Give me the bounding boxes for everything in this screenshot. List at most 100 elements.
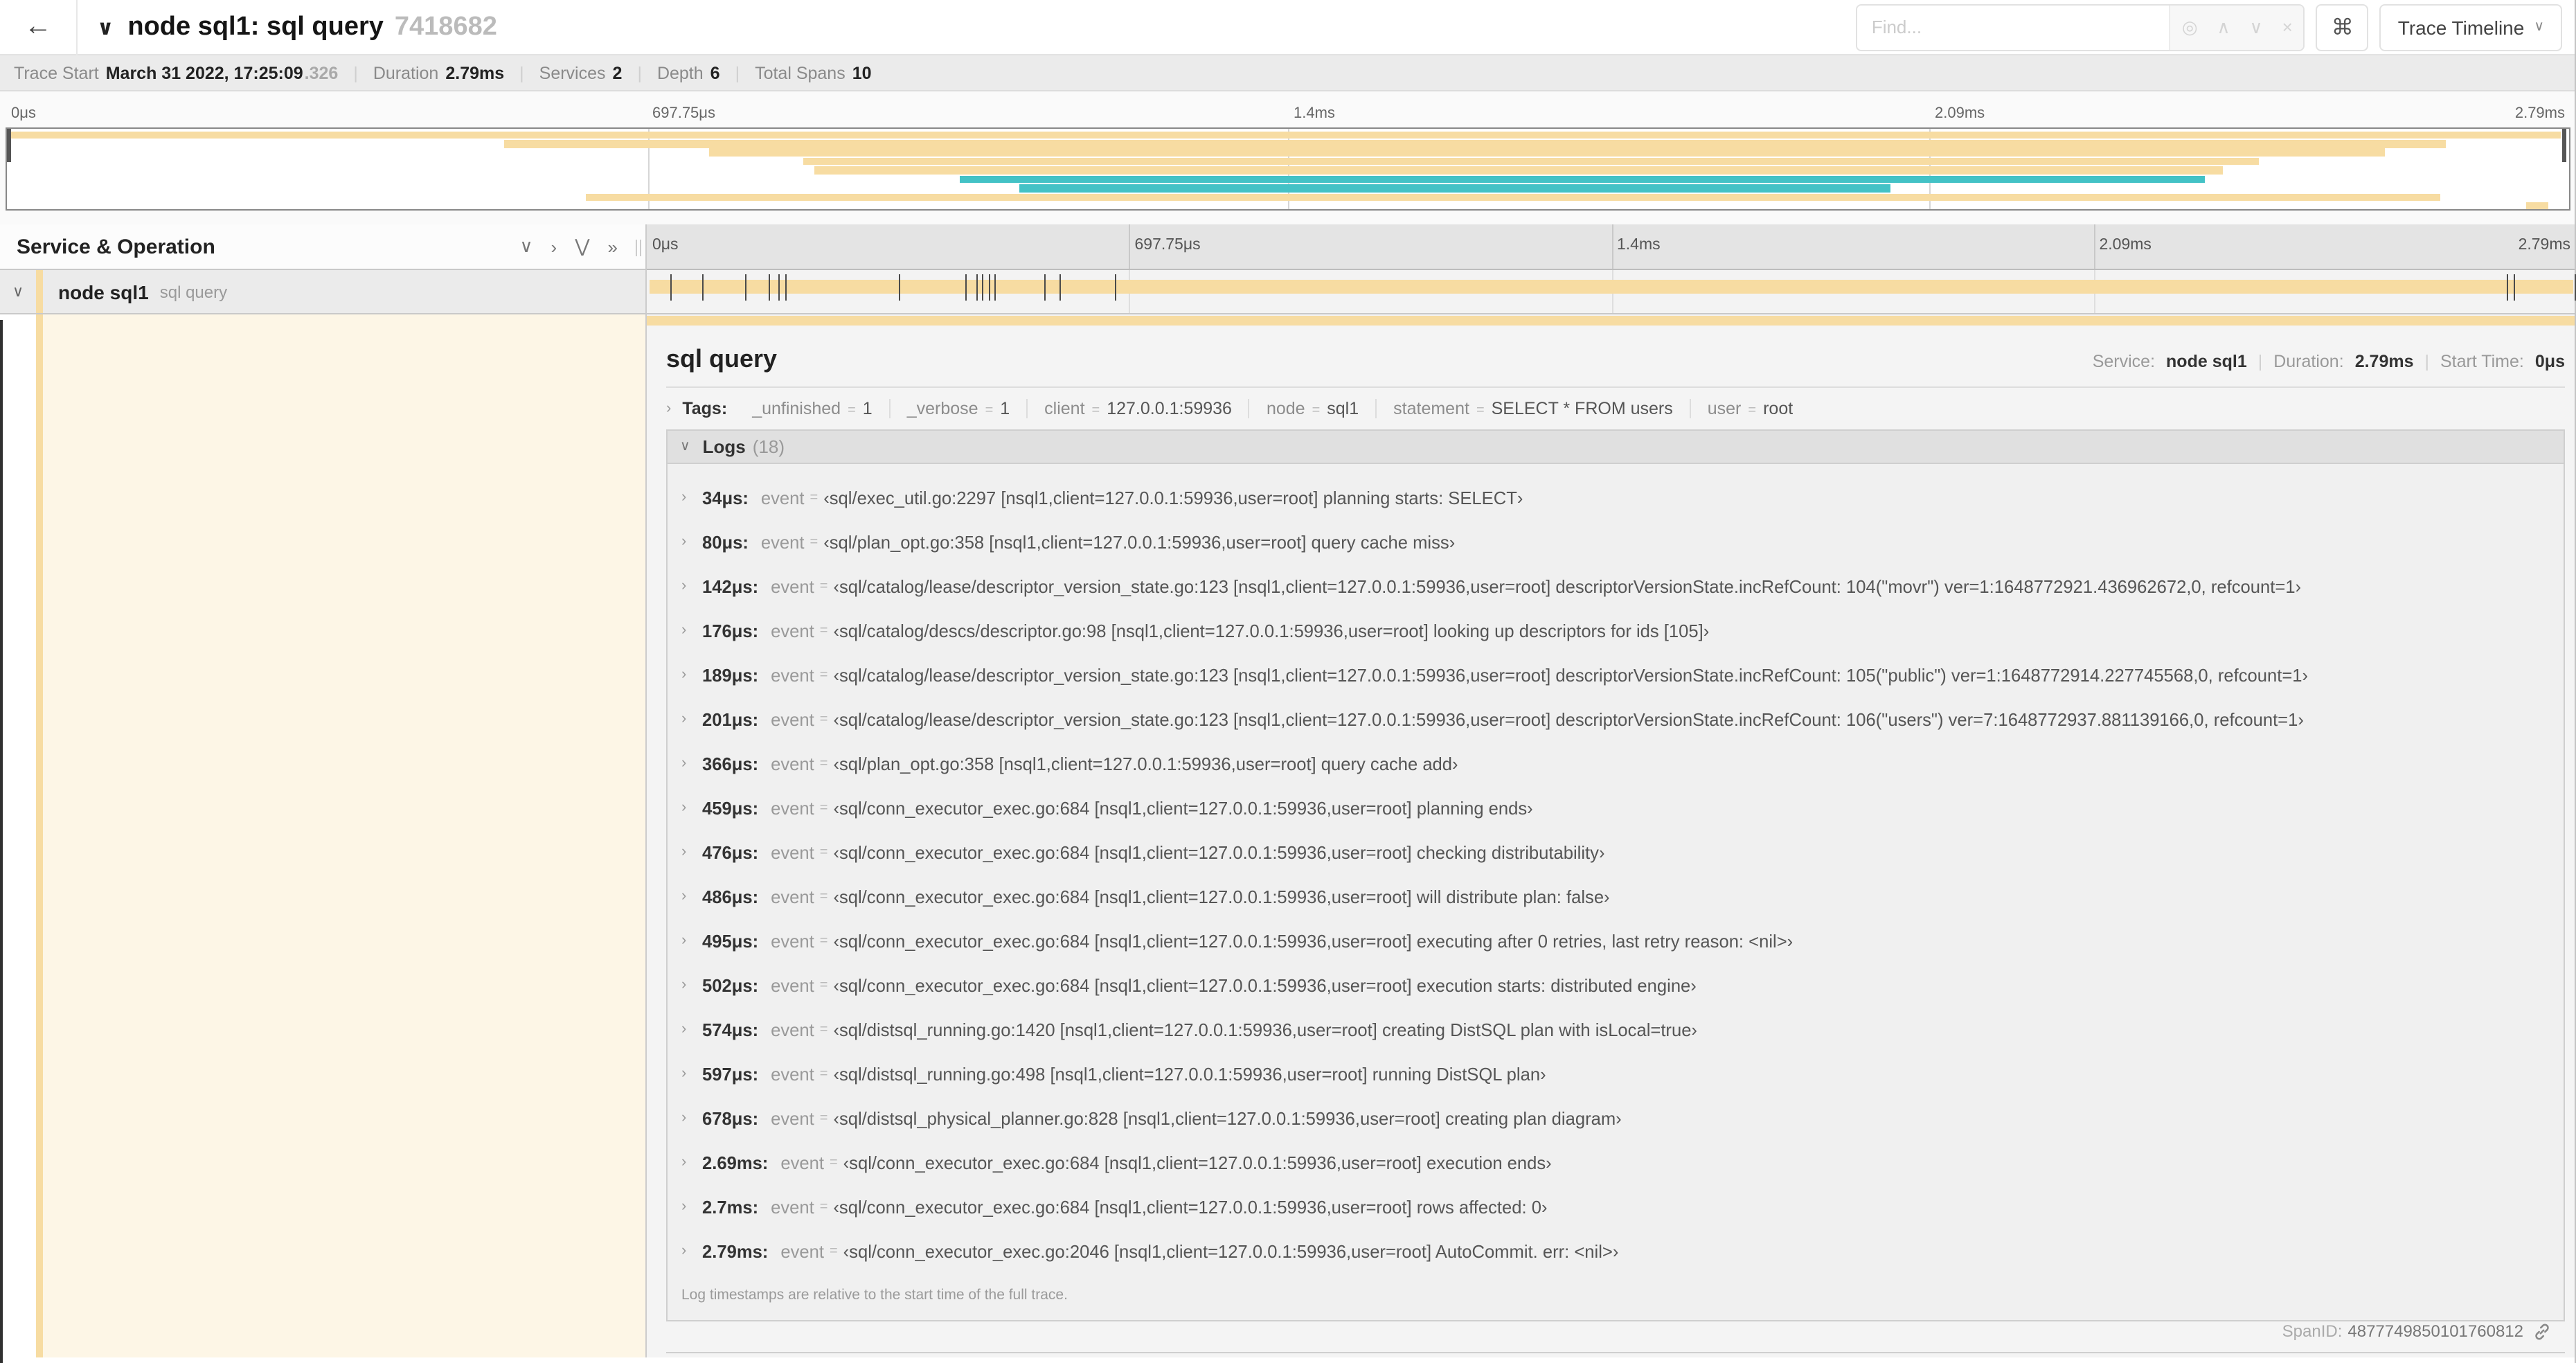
- equals-sign: =: [819, 1199, 828, 1214]
- prev-match-icon[interactable]: ∧: [2217, 16, 2230, 38]
- minimap-drag-handle-left[interactable]: [7, 129, 11, 162]
- timeline-minimap[interactable]: [6, 127, 2570, 211]
- tag-item: node = sql1: [1250, 399, 1377, 418]
- log-row[interactable]: › 574μs: event = ‹sql/distsql_running.go:142…: [668, 1007, 2564, 1051]
- trace-id: 7418682: [394, 12, 497, 41]
- keyboard-shortcuts-button[interactable]: ⌘: [2316, 3, 2369, 51]
- equals-sign: =: [819, 844, 828, 859]
- log-event-value: ‹sql/conn_executor_exec.go:684 [nsql1,cl…: [833, 886, 1610, 907]
- minimap-drag-handle-right[interactable]: [2562, 129, 2566, 162]
- logs-footnote: Log timestamps are relative to the start…: [681, 1287, 1068, 1303]
- log-marker-tick: [1115, 274, 1117, 301]
- log-marker-tick: [1059, 274, 1062, 301]
- log-marker-tick: [702, 274, 704, 301]
- log-row[interactable]: › 502μs: event = ‹sql/conn_executor_exec.go:…: [668, 963, 2564, 1007]
- log-row[interactable]: › 2.7ms: event = ‹sql/conn_executor_exec.go:…: [668, 1184, 2564, 1229]
- tag-value: 1: [862, 399, 873, 418]
- log-row[interactable]: › 486μs: event = ‹sql/conn_executor_exec.go:…: [668, 874, 2564, 918]
- back-button[interactable]: ←: [0, 0, 78, 55]
- collapse-all-icon[interactable]: ⋁: [575, 235, 589, 258]
- minimap-span-bar: [586, 193, 2441, 202]
- chevron-right-icon: ›: [681, 755, 687, 772]
- expand-all-icon[interactable]: »: [608, 236, 618, 257]
- log-row[interactable]: › 142μs: event = ‹sql/catalog/lease/descript…: [668, 564, 2564, 608]
- log-row[interactable]: › 678μs: event = ‹sql/distsql_physical_plann…: [668, 1096, 2564, 1140]
- log-marker-tick: [745, 274, 747, 301]
- log-row[interactable]: › 189μs: event = ‹sql/catalog/lease/descript…: [668, 652, 2564, 697]
- logs-header[interactable]: ∨ Logs (18): [668, 431, 2564, 464]
- log-event-key: event: [771, 664, 814, 685]
- collapse-one-icon[interactable]: ∨: [519, 235, 533, 258]
- left-scrollbar[interactable]: [0, 320, 3, 1363]
- span-timeline-track[interactable]: [647, 270, 2576, 314]
- log-event-key: event: [771, 576, 814, 596]
- detail-span-bar[interactable]: [647, 316, 2576, 326]
- log-timestamp: 142μs:: [702, 576, 759, 596]
- log-event-value: ‹sql/catalog/lease/descriptor_version_st…: [833, 709, 2304, 729]
- log-row[interactable]: › 476μs: event = ‹sql/conn_executor_exec.go:…: [668, 830, 2564, 874]
- log-timestamp: 201μs:: [702, 709, 759, 729]
- service-color-stripe: [36, 314, 43, 1357]
- tag-value: SELECT * FROM users: [1491, 399, 1673, 418]
- service-color-stripe: [36, 270, 43, 313]
- tags-list: _unfinished = 1 _verbose = 1 client = 127.0.0.1:…: [735, 399, 1809, 418]
- clear-find-icon[interactable]: ×: [2282, 17, 2293, 37]
- tag-value: root: [1763, 399, 1794, 418]
- log-timestamp: 597μs:: [702, 1063, 759, 1084]
- tag-value: sql1: [1327, 399, 1359, 418]
- log-row[interactable]: › 495μs: event = ‹sql/conn_executor_exec.go:…: [668, 918, 2564, 963]
- minimap-span-bar: [1019, 184, 1890, 193]
- expand-one-icon[interactable]: ›: [551, 236, 557, 257]
- span-collapse-icon[interactable]: ∨: [12, 283, 24, 301]
- chevron-right-icon: ›: [681, 977, 687, 993]
- trace-view-select[interactable]: Trace Timeline ∨: [2379, 3, 2562, 51]
- span-row-name-cell[interactable]: ∨ node sql1 sql query: [0, 270, 647, 314]
- scope-icon[interactable]: ◎: [2182, 16, 2198, 38]
- chevron-right-icon: ›: [681, 1110, 687, 1126]
- log-row[interactable]: › 34μs: event = ‹sql/exec_util.go:2297 [nsql…: [668, 475, 2564, 519]
- log-timestamp: 459μs:: [702, 797, 759, 818]
- minimap-ruler: 0μs 697.75μs 1.4ms 2.09ms 2.79ms: [6, 105, 2570, 127]
- tag-key: node: [1266, 399, 1305, 418]
- link-icon[interactable]: [2533, 1322, 2551, 1340]
- equals-sign: =: [819, 578, 828, 594]
- log-row[interactable]: › 2.79ms: event = ‹sql/conn_executor_exec.go…: [668, 1229, 2564, 1273]
- span-detail-panel: sql query Service: node sql1 | Duration: 2…: [647, 314, 2576, 1357]
- tag-item: _verbose = 1: [891, 399, 1028, 418]
- log-event-value: ‹sql/conn_executor_exec.go:684 [nsql1,cl…: [833, 930, 1794, 951]
- detail-left-fill: [43, 314, 645, 1357]
- trace-page: ← ∨ node sql1: sql query 7418682 ◎ ∧ ∨ ×…: [0, 0, 2576, 1363]
- start-time-label: Start Time:: [2440, 352, 2524, 371]
- log-timestamp: 574μs:: [702, 1019, 759, 1040]
- log-row[interactable]: › 459μs: event = ‹sql/conn_executor_exec.go:…: [668, 785, 2564, 830]
- log-row[interactable]: › 597μs: event = ‹sql/distsql_running.go:498…: [668, 1051, 2564, 1096]
- find-input[interactable]: [1857, 5, 2170, 49]
- trace-collapse-icon[interactable]: ∨: [97, 15, 114, 39]
- service-value: node sql1: [2166, 352, 2247, 371]
- ruler-tick-label: 697.75μs: [652, 105, 715, 122]
- log-event-value: ‹sql/catalog/lease/descriptor_version_st…: [833, 576, 2302, 596]
- equals-sign: =: [1476, 403, 1485, 418]
- log-row[interactable]: › 80μs: event = ‹sql/plan_opt.go:358 [nsql1,…: [668, 519, 2564, 564]
- chevron-right-icon: ›: [681, 1065, 687, 1082]
- ruler-tick-label: 1.4ms: [1617, 237, 1661, 253]
- duration-value: 2.79ms: [2354, 352, 2414, 371]
- equals-sign: =: [819, 756, 828, 771]
- column-resizer-grip[interactable]: [636, 240, 641, 256]
- log-row[interactable]: › 366μs: event = ‹sql/plan_opt.go:358 [nsql1…: [668, 741, 2564, 785]
- log-timestamp: 176μs:: [702, 620, 759, 641]
- span-duration-bar[interactable]: [650, 280, 2573, 294]
- tag-item: _unfinished = 1: [735, 399, 891, 418]
- log-row[interactable]: › 201μs: event = ‹sql/catalog/lease/descript…: [668, 697, 2564, 741]
- tags-row[interactable]: › Tags: _unfinished = 1 _verbose = 1 client = 12…: [666, 395, 2565, 422]
- next-match-icon[interactable]: ∨: [2250, 16, 2263, 38]
- log-row[interactable]: › 2.69ms: event = ‹sql/conn_executor_exec.go…: [668, 1140, 2564, 1184]
- ruler-gridline: [1611, 224, 1613, 269]
- tag-item: client = 127.0.0.1:59936: [1028, 399, 1250, 418]
- back-arrow-icon: ←: [24, 11, 52, 42]
- stat-services: Services 2: [539, 63, 623, 82]
- ruler-gridline: [2093, 224, 2095, 269]
- tag-value: 1: [1000, 399, 1010, 418]
- divider: [666, 1352, 2565, 1353]
- log-row[interactable]: › 176μs: event = ‹sql/catalog/descs/descript…: [668, 608, 2564, 652]
